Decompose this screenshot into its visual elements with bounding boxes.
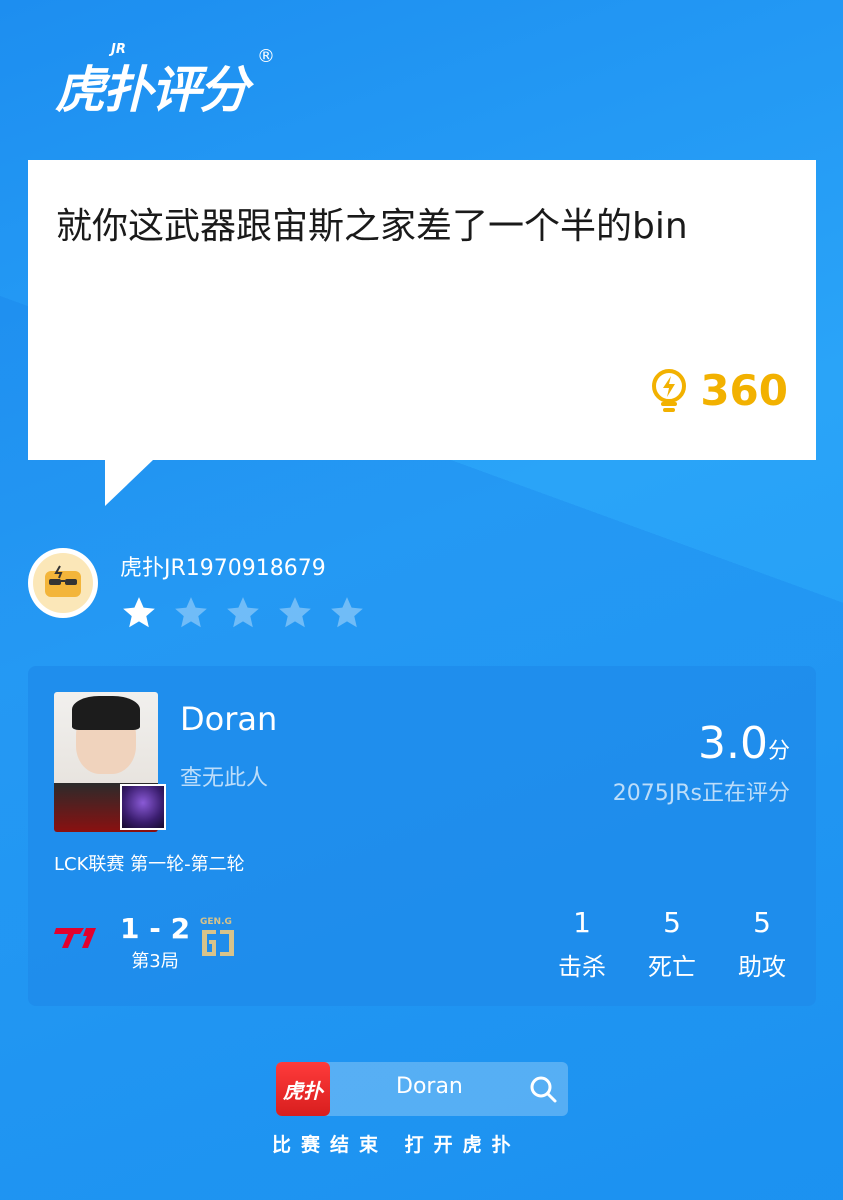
avatar-image [33,553,93,613]
star-filled-icon [123,597,155,628]
search-query: Doran [396,1074,463,1099]
comment-bubble: 就你这武器跟宙斯之家差了一个半的bin 360 [28,160,816,460]
kda-assists: 5 助攻 [736,906,788,982]
geng-logo-icon: GEN.G [200,917,234,956]
avatar[interactable] [28,548,98,618]
app-icon-text: 虎扑 [283,1078,323,1103]
footer-open-app-text[interactable]: 比赛结束 打开虎扑 [272,1130,572,1157]
user-row: 虎扑JR1970918679 [28,548,366,632]
user-info: 虎扑JR1970918679 [120,548,366,632]
score-unit: 分 [767,739,790,764]
comment-text: 就你这武器跟宙斯之家差了一个半的bin [56,206,688,247]
star-empty-icon [175,597,207,628]
game-number: 第3局 [131,951,179,972]
kda-value: 1 [573,906,591,939]
series-score: 1 - 2 第3局 [120,912,190,973]
kda-deaths: 5 死亡 [646,906,698,982]
player-score: 3.0分 2075JRs正在评分 [613,718,790,807]
svg-text:GEN.G: GEN.G [200,917,232,927]
lightbulb-icon [652,368,687,412]
series-score-value: 1 - 2 [120,912,191,945]
score-value: 3.0 [698,718,768,769]
logo-superscript: JR [111,42,126,57]
kda-value: 5 [753,906,771,939]
star-rating [120,594,366,632]
player-team-status: 查无此人 [180,766,269,791]
like-count-value: 360 [700,366,788,415]
raters-count: 2075JRs正在评分 [612,781,790,806]
kda-stats: 1 击杀 5 死亡 5 助攻 [556,906,788,982]
hupu-app-icon[interactable]: 虎扑 [276,1062,330,1116]
search-bar[interactable]: 虎扑 Doran [276,1062,568,1116]
league-round: LCK联赛 第一轮-第二轮 [54,854,245,875]
hupu-rating-logo: 虎扑评分 JR ® [55,42,275,122]
kda-label: 死亡 [648,953,696,981]
bubble-tail [105,460,153,506]
logo-text: 虎扑评分 [55,61,249,119]
kda-kills: 1 击杀 [556,906,608,982]
player-hair [72,696,140,730]
player-name: Doran [180,700,278,738]
champion-icon [120,784,166,830]
t1-logo-icon [54,928,96,948]
kda-label: 击杀 [558,953,606,981]
star-empty-icon [227,597,259,628]
kda-value: 5 [663,906,681,939]
star-empty-icon [279,597,311,628]
kda-label: 助攻 [738,953,786,981]
star-empty-icon [331,597,363,628]
player-card[interactable]: Doran 查无此人 3.0分 2075JRs正在评分 LCK联赛 第一轮-第二… [28,666,816,1006]
registered-mark: ® [257,46,275,67]
like-count[interactable]: 360 [648,366,788,415]
username[interactable]: 虎扑JR1970918679 [120,550,366,582]
sunglasses-face-icon [45,565,81,597]
search-icon[interactable] [528,1074,558,1104]
